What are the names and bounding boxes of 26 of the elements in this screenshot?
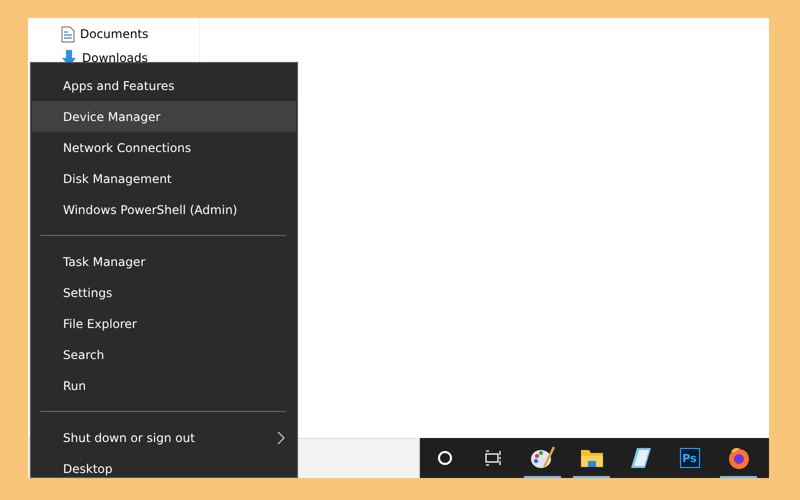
notepad-icon: [628, 446, 652, 470]
taskbar-button[interactable]: Ps: [665, 438, 714, 478]
menu-item[interactable]: Run: [32, 370, 296, 401]
menu-item[interactable]: Disk Management: [32, 163, 296, 194]
circle-icon: [436, 450, 452, 466]
sidebar-item[interactable]: Downloads: [82, 51, 148, 65]
running-indicator: [573, 476, 610, 478]
menu-item[interactable]: File Explorer: [32, 308, 296, 339]
firefox-icon: [726, 446, 750, 470]
task-view-icon: [484, 450, 502, 466]
menu-item[interactable]: Windows PowerShell (Admin): [32, 194, 296, 225]
folder-icon: [580, 448, 604, 468]
menu-item[interactable]: Search: [32, 339, 296, 370]
menu-item[interactable]: Network Connections: [32, 132, 296, 163]
document-icon: [61, 26, 75, 42]
menu-item[interactable]: Device Manager: [32, 101, 296, 132]
menu-item[interactable]: Settings: [32, 277, 296, 308]
menu-item[interactable]: Shut down or sign out: [32, 422, 296, 453]
menu-item[interactable]: Desktop: [32, 453, 296, 484]
photoshop-icon: Ps: [680, 448, 700, 468]
menu-item[interactable]: Apps and Features: [32, 70, 296, 101]
running-indicator: [720, 476, 757, 478]
running-indicator: [524, 476, 561, 478]
menu-item[interactable]: Task Manager: [32, 246, 296, 277]
sidebar-item[interactable]: Documents: [80, 27, 148, 41]
palette-icon: [530, 445, 556, 471]
